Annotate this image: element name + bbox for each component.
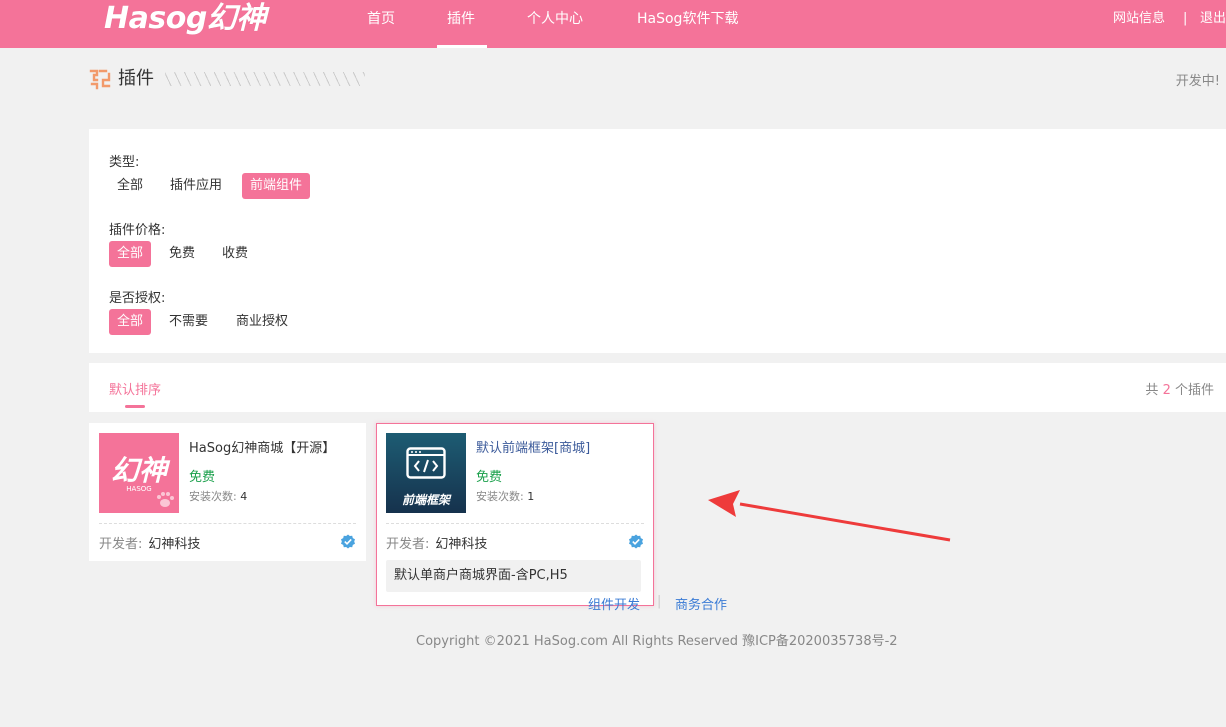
copyright-text: Copyright ©2021 HaSog.com All Rights Res… <box>416 634 898 649</box>
plugin-developer: 开发者: 幻神科技 <box>99 533 200 552</box>
plugin-title[interactable]: HaSog幻神商城【开源】 <box>189 437 335 456</box>
installs-label: 安装次数: <box>476 490 524 503</box>
annotation-arrow-icon <box>708 490 951 542</box>
page-title: 插件 <box>118 68 154 89</box>
card-divider <box>386 523 644 524</box>
plugin-installs: 安装次数: 1 <box>476 488 534 504</box>
paw-icon <box>157 492 174 507</box>
installs-label: 安装次数: <box>189 490 237 503</box>
count-prefix: 共 <box>1145 383 1159 398</box>
thumb-caption: 前端框架 <box>401 493 450 507</box>
plugin-count: 共 2 个插件 <box>1145 379 1214 398</box>
price-option-all[interactable]: 全部 <box>109 241 152 267</box>
license-option-none[interactable]: 不需要 <box>161 309 216 335</box>
plugin-thumbnail: 幻神 HASOG <box>99 433 179 513</box>
count-suffix: 个插件 <box>1174 383 1214 398</box>
plugin-installs: 安装次数: 4 <box>189 488 247 504</box>
nav-user-center[interactable]: 个人中心 <box>527 0 583 48</box>
sort-default-tab[interactable]: 默认排序 <box>109 379 161 398</box>
footer-link-business[interactable]: 商务合作 <box>675 594 727 613</box>
license-option-all[interactable]: 全部 <box>109 309 152 335</box>
plugin-developer: 开发者: 幻神科技 <box>386 533 487 552</box>
card-divider <box>99 523 356 524</box>
count-number: 2 <box>1162 383 1171 398</box>
plugin-thumbnail: 前端框架 <box>386 433 466 513</box>
plugin-title[interactable]: 默认前端框架[商城] <box>476 437 590 456</box>
developer-name: 幻神科技 <box>435 537 488 552</box>
installs-count: 4 <box>240 490 248 503</box>
sort-active-indicator <box>125 405 145 408</box>
nav-home[interactable]: 首页 <box>367 0 395 48</box>
footer-separator: | <box>657 594 662 609</box>
code-window-icon <box>406 447 446 479</box>
plugin-price: 免费 <box>476 470 503 485</box>
title-decoration <box>165 72 365 86</box>
thumb-logo-text: 幻神 <box>110 454 167 487</box>
nav-active-indicator <box>437 45 487 48</box>
plugin-card-highlighted[interactable]: 前端框架 默认前端框架[商城] 免费 安装次数: 1 开发者: 幻神科技 默认单商… <box>376 423 654 606</box>
header-separator: | <box>1183 11 1188 26</box>
plugin-card[interactable]: 幻神 HASOG HaSog幻神商城【开源】 免费 安装次数: 4 开发者: 幻神… <box>89 423 366 561</box>
sort-bar: 默认排序 共 2 个插件 <box>89 363 1226 412</box>
developer-label: 开发者: <box>99 537 143 552</box>
dev-status-text: 开发中! <box>1175 74 1220 89</box>
site-logo[interactable]: Hasog幻神 <box>104 0 266 40</box>
type-option-all[interactable]: 全部 <box>109 173 151 199</box>
verified-badge-icon <box>341 534 355 549</box>
type-option-plugin-app[interactable]: 插件应用 <box>162 173 230 199</box>
type-option-frontend[interactable]: 前端组件 <box>242 173 311 199</box>
type-filter-label: 类型: <box>109 155 140 170</box>
footer-link-dev[interactable]: 组件开发 <box>588 594 640 613</box>
puzzle-icon <box>89 69 111 90</box>
price-filter-label: 插件价格: <box>109 223 166 238</box>
plugin-price: 免费 <box>189 470 216 485</box>
nav-software-download[interactable]: HaSog软件下载 <box>637 0 738 48</box>
filter-panel: 类型: 全部 插件应用 前端组件 插件价格: 全部 免费 收费 是否授权: 全部… <box>89 129 1226 353</box>
top-navbar: Hasog幻神 首页 插件 个人中心 HaSog软件下载 网站信息 | 退出 <box>0 0 1226 48</box>
site-info-link[interactable]: 网站信息 <box>1113 0 1165 38</box>
installs-count: 1 <box>527 490 535 503</box>
developer-label: 开发者: <box>386 537 430 552</box>
price-option-paid[interactable]: 收费 <box>214 241 256 267</box>
verified-badge-icon <box>629 534 643 549</box>
price-option-free[interactable]: 免费 <box>161 241 203 267</box>
nav-plugins[interactable]: 插件 <box>447 0 475 48</box>
developer-name: 幻神科技 <box>148 537 201 552</box>
logout-link[interactable]: 退出 <box>1200 0 1226 38</box>
license-option-commercial[interactable]: 商业授权 <box>228 309 296 335</box>
plugin-description: 默认单商户商城界面-含PC,H5 <box>386 560 641 592</box>
license-filter-label: 是否授权: <box>109 291 166 306</box>
